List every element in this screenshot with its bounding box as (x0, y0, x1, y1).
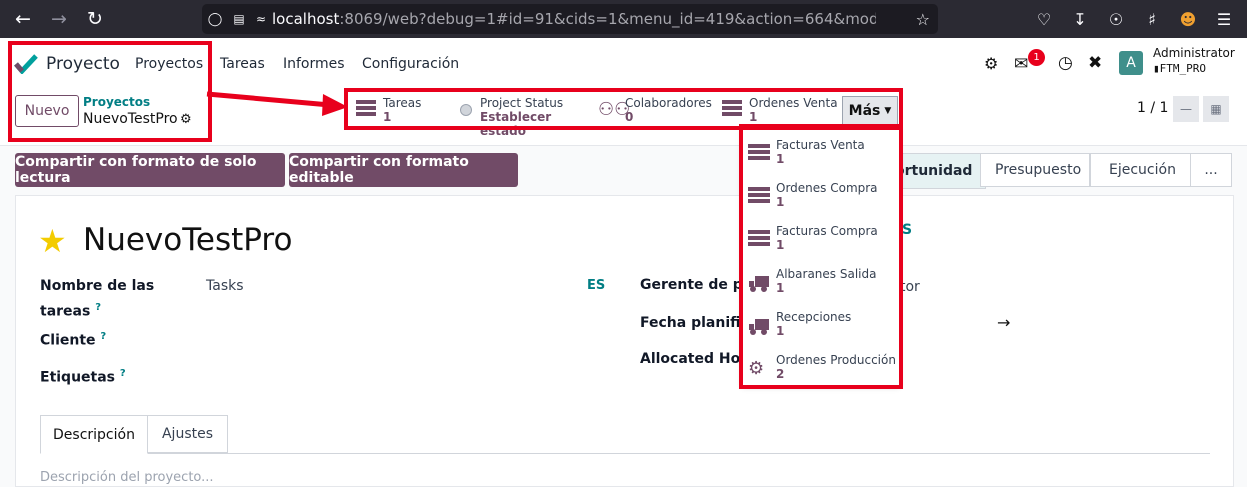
menu-configuracion[interactable]: Configuración (362, 38, 459, 90)
page-info-icon: ▤ (233, 12, 245, 26)
url-host: localhost (272, 10, 340, 28)
reload-icon[interactable]: ↻ (78, 0, 112, 38)
help-icon[interactable]: ? (120, 368, 126, 379)
download-icon[interactable]: ↧ (1062, 0, 1098, 38)
menu-tareas[interactable]: Tareas (220, 38, 265, 90)
help-icon[interactable]: ? (100, 331, 106, 342)
language-es-button[interactable]: ES (587, 278, 605, 293)
activity-clock-icon[interactable]: ◷ (1058, 53, 1073, 73)
db-name: ▮FTM_PRO (1153, 62, 1206, 75)
tabs-divider (40, 453, 1210, 454)
extensions-icon[interactable]: ♯ (1134, 0, 1170, 38)
db-name-text: FTM_PRO (1159, 62, 1206, 75)
label-text: Nombre de las tareas (40, 278, 155, 320)
annotation-box-app (8, 41, 212, 142)
menu-informes[interactable]: Informes (283, 38, 345, 90)
grid-icon[interactable]: ▦ (1203, 96, 1229, 122)
chat-bubbles-icon[interactable]: ✉ (1014, 54, 1028, 74)
shield-icon: ◯ (207, 11, 223, 27)
stage-more[interactable]: ... (1190, 153, 1232, 187)
label-text: Cliente (40, 332, 96, 349)
field-label-tags: Etiquetas ? (40, 368, 126, 386)
field-label-client: Cliente ? (40, 331, 106, 349)
task-name-input[interactable]: Tasks (206, 278, 244, 294)
hamburger-menu-icon[interactable]: ☰ (1206, 0, 1242, 38)
user-name[interactable]: Administrator (1153, 46, 1235, 60)
lang-tag[interactable]: S (902, 222, 912, 238)
connection-icon: ≈ (255, 12, 267, 26)
url-path: :8069/web?debug=1#id=91&cids=1&menu_id=4… (339, 10, 876, 28)
pager-prev-button[interactable]: — (1173, 96, 1199, 122)
stage-presupuesto[interactable]: Presupuesto (980, 153, 1090, 187)
tools-icon[interactable]: ✖ (1088, 53, 1102, 73)
pager-value[interactable]: 1 / 1 (1137, 100, 1168, 116)
bookmark-star-icon[interactable]: ☆ (916, 10, 930, 29)
project-title[interactable]: NuevoTestPro (83, 222, 292, 258)
annotation-arrow (206, 91, 348, 116)
description-placeholder[interactable]: Descripción del proyecto... (40, 470, 214, 485)
forward-arrow-icon[interactable]: → (42, 0, 76, 38)
label-text: Etiquetas (40, 369, 116, 386)
favorite-star-icon[interactable]: ★ (38, 222, 67, 260)
pocket-icon[interactable]: ♡ (1026, 0, 1062, 38)
date-range-arrow: → (997, 313, 1011, 332)
share-readonly-button[interactable]: Compartir con formato de solo lectura (15, 153, 285, 187)
share-editable-button[interactable]: Compartir con formato editable (289, 153, 518, 187)
debug-bug-icon[interactable]: ⚙ (984, 54, 998, 73)
tab-descripcion[interactable]: Descripción (40, 415, 148, 454)
chat-badge: 1 (1028, 49, 1045, 66)
profile-monkey-icon[interactable]: ☻ (1170, 0, 1206, 38)
stage-ejecucion[interactable]: Ejecución (1090, 153, 1194, 187)
back-arrow-icon[interactable]: ← (6, 0, 40, 38)
annotation-box-dropdown (739, 124, 903, 389)
field-label-task-name: Nombre de las tareas ? (40, 276, 160, 323)
url-bar[interactable]: ◯ ▤ ≈ localhost:8069/web?debug=1#id=91&c… (202, 4, 938, 34)
tab-ajustes[interactable]: Ajustes (148, 415, 228, 453)
help-icon[interactable]: ? (95, 302, 101, 313)
avatar[interactable]: A (1119, 51, 1143, 75)
stage-oportunidad[interactable]: ortunidad (890, 153, 986, 189)
account-icon[interactable]: ☉ (1098, 0, 1134, 38)
